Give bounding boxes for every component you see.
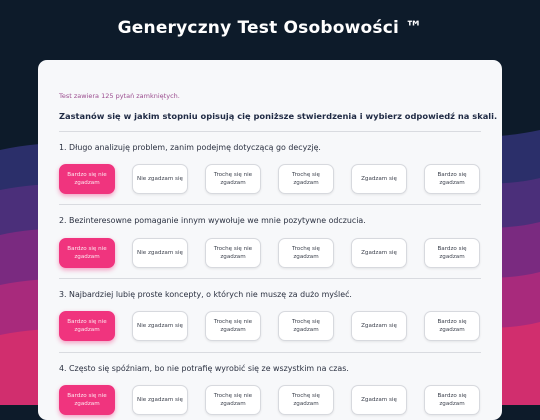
q4-option-strongly-agree[interactable]: Bardzo się zgadzam xyxy=(424,385,480,415)
question-1-text: 1. Długo analizuję problem, zanim podejm… xyxy=(59,143,321,152)
q2-option-slightly-agree[interactable]: Trochę się zgadzam xyxy=(278,238,334,268)
q3-option-slightly-agree[interactable]: Trochę się zgadzam xyxy=(278,311,334,341)
q3-option-strongly-disagree[interactable]: Bardzo się nie zgadzam xyxy=(59,311,115,341)
question-4-text: 4. Często się spóźniam, bo nie potrafię … xyxy=(59,364,349,373)
q1-option-slightly-disagree[interactable]: Trochę się nie zgadzam xyxy=(205,164,261,194)
divider xyxy=(59,352,481,353)
q4-option-strongly-disagree[interactable]: Bardzo się nie zgadzam xyxy=(59,385,115,415)
q4-option-disagree[interactable]: Nie zgadzam się xyxy=(132,385,188,415)
divider xyxy=(59,278,481,279)
q1-option-agree[interactable]: Zgadzam się xyxy=(351,164,407,194)
q3-option-slightly-disagree[interactable]: Trochę się nie zgadzam xyxy=(205,311,261,341)
q2-option-slightly-disagree[interactable]: Trochę się nie zgadzam xyxy=(205,238,261,268)
q4-option-slightly-agree[interactable]: Trochę się zgadzam xyxy=(278,385,334,415)
test-card: Test zawiera 125 pytań zamkniętych. Zast… xyxy=(38,60,502,420)
test-info: Test zawiera 125 pytań zamkniętych. xyxy=(59,92,180,100)
question-3-text: 3. Najbardziej lubię proste koncepty, o … xyxy=(59,290,352,299)
divider xyxy=(59,131,481,132)
test-instruction: Zastanów się w jakim stopniu opisują cię… xyxy=(59,111,498,121)
question-2-text: 2. Bezinteresowne pomaganie innym wywołu… xyxy=(59,216,366,225)
page-title: Generyczny Test Osobowości ™ xyxy=(117,18,423,38)
q4-option-agree[interactable]: Zgadzam się xyxy=(351,385,407,415)
q1-option-strongly-agree[interactable]: Bardzo się zgadzam xyxy=(424,164,480,194)
q3-option-disagree[interactable]: Nie zgadzam się xyxy=(132,311,188,341)
q3-option-agree[interactable]: Zgadzam się xyxy=(351,311,407,341)
q2-option-agree[interactable]: Zgadzam się xyxy=(351,238,407,268)
divider xyxy=(59,204,481,205)
q1-option-strongly-disagree[interactable]: Bardzo się nie zgadzam xyxy=(59,164,115,194)
q4-option-slightly-disagree[interactable]: Trochę się nie zgadzam xyxy=(205,385,261,415)
q2-option-strongly-disagree[interactable]: Bardzo się nie zgadzam xyxy=(59,238,115,268)
q2-option-strongly-agree[interactable]: Bardzo się zgadzam xyxy=(424,238,480,268)
q1-option-slightly-agree[interactable]: Trochę się zgadzam xyxy=(278,164,334,194)
q2-option-disagree[interactable]: Nie zgadzam się xyxy=(132,238,188,268)
q1-option-disagree[interactable]: Nie zgadzam się xyxy=(132,164,188,194)
q3-option-strongly-agree[interactable]: Bardzo się zgadzam xyxy=(424,311,480,341)
